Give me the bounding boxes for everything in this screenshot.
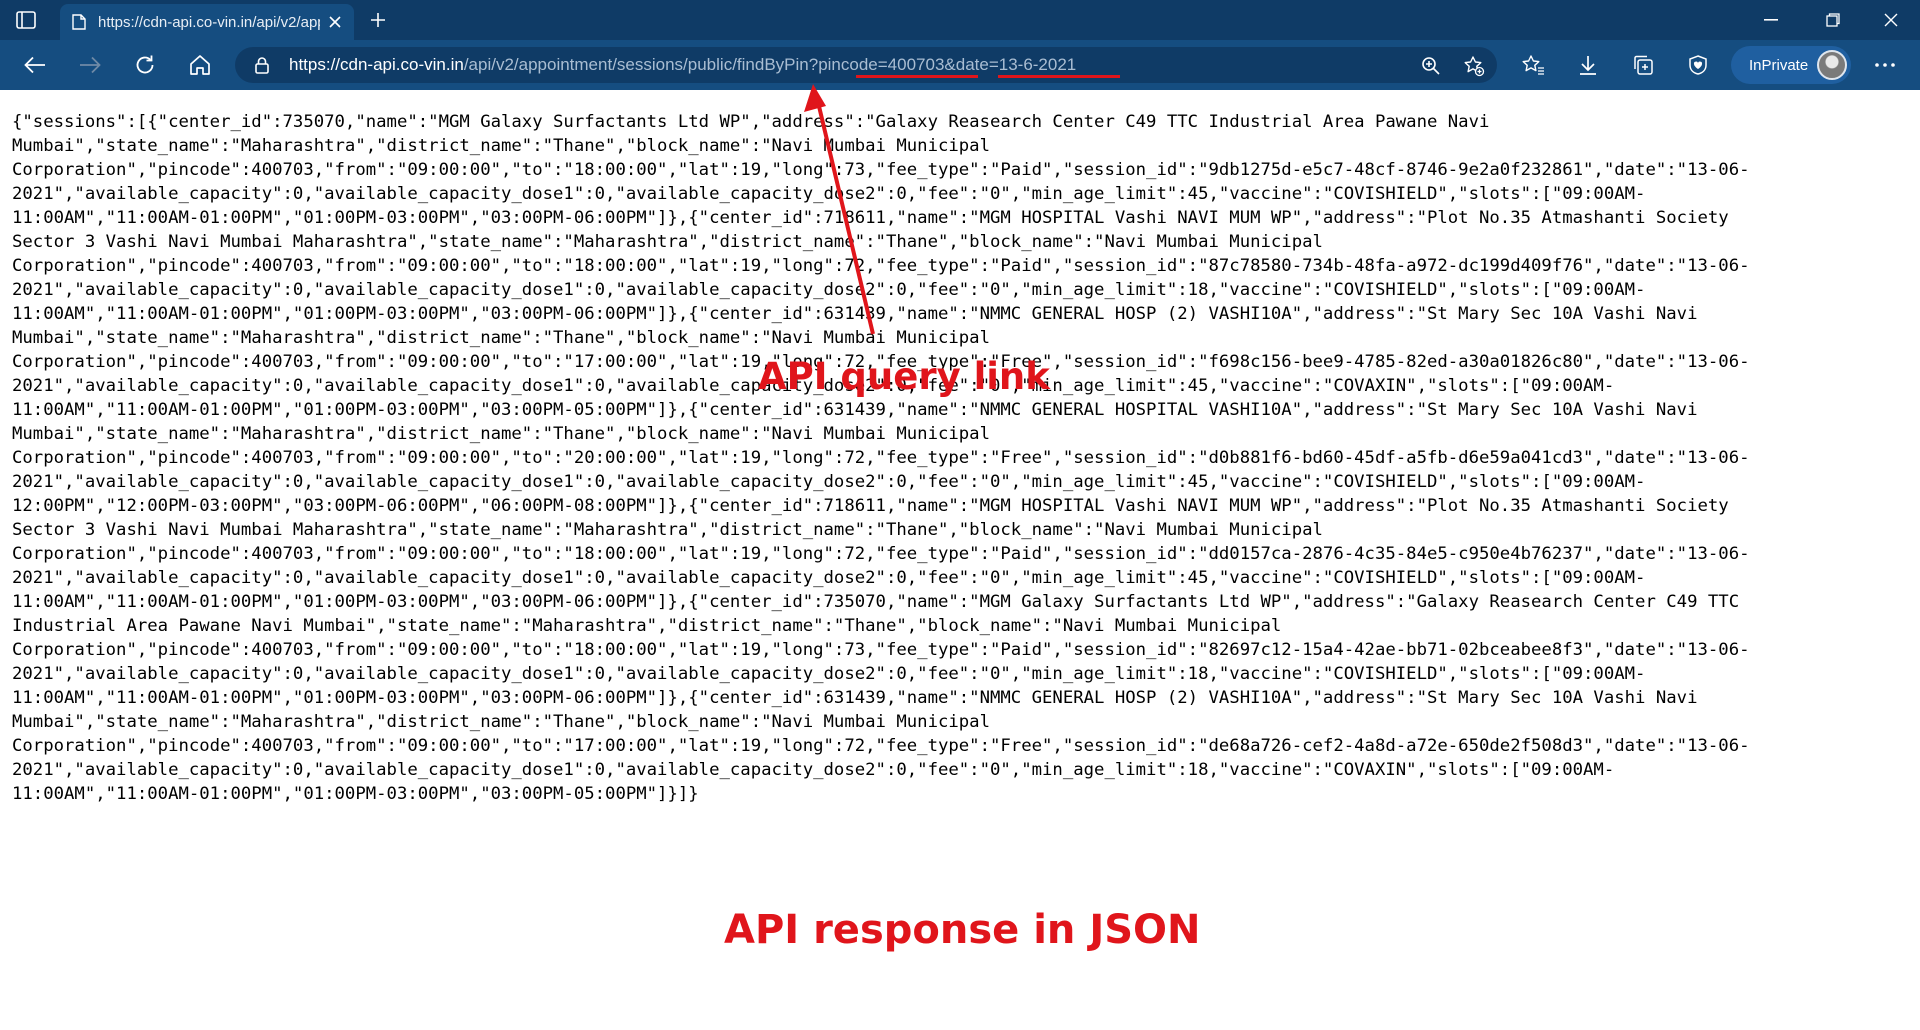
url-text[interactable]: https://cdn-api.co-vin.in/api/v2/appoint… xyxy=(289,55,1076,75)
json-line: 11:00AM","11:00AM-01:00PM","01:00PM-03:0… xyxy=(12,304,1698,324)
json-line: 2021","available_capacity":0,"available_… xyxy=(12,280,1646,300)
json-line: 2021","available_capacity":0,"available_… xyxy=(12,664,1646,684)
navigation-toolbar: https://cdn-api.co-vin.in/api/v2/appoint… xyxy=(0,40,1920,90)
collections-icon[interactable] xyxy=(1630,52,1656,78)
avatar xyxy=(1817,50,1847,80)
json-response: {"sessions":[{"center_id":735070,"name":… xyxy=(12,110,1902,806)
zoom-icon[interactable] xyxy=(1420,55,1442,77)
json-line: Corporation","pincode":400703,"from":"09… xyxy=(12,160,1750,180)
json-line: 12:00PM","12:00PM-03:00PM","03:00PM-06:0… xyxy=(12,496,1729,516)
tab-actions-icon[interactable] xyxy=(14,8,38,32)
json-line: Sector 3 Vashi Navi Mumbai Maharashtra",… xyxy=(12,232,1323,252)
json-line: Mumbai","state_name":"Maharashtra","dist… xyxy=(12,712,990,732)
json-line: Corporation","pincode":400703,"from":"09… xyxy=(12,256,1750,276)
inprivate-label: InPrivate xyxy=(1749,56,1809,74)
json-line: {"sessions":[{"center_id":735070,"name":… xyxy=(12,112,1490,132)
json-line: 2021","available_capacity":0,"available_… xyxy=(12,568,1646,588)
favorites-icon[interactable] xyxy=(1520,52,1546,78)
response-annotation: API response in JSON xyxy=(724,907,1201,953)
date-underline xyxy=(998,75,1120,78)
title-bar: https://cdn-api.co-vin.in/api/v2/appoint… xyxy=(0,0,1920,40)
json-line: Corporation","pincode":400703,"from":"09… xyxy=(12,544,1750,564)
refresh-icon[interactable] xyxy=(132,52,158,78)
back-arrow-icon[interactable] xyxy=(22,52,48,78)
json-line: Mumbai","state_name":"Maharashtra","dist… xyxy=(12,424,990,444)
browser-tab[interactable]: https://cdn-api.co-vin.in/api/v2/appoint… xyxy=(60,4,354,40)
json-line: 11:00AM","11:00AM-01:00PM","01:00PM-03:0… xyxy=(12,400,1698,420)
download-icon[interactable] xyxy=(1575,52,1601,78)
forward-arrow-icon[interactable] xyxy=(77,52,103,78)
json-line: 11:00AM","11:00AM-01:00PM","01:00PM-03:0… xyxy=(12,208,1729,228)
add-favorite-icon[interactable] xyxy=(1463,55,1485,77)
json-line: Sector 3 Vashi Navi Mumbai Maharashtra",… xyxy=(12,520,1323,540)
inprivate-button[interactable]: InPrivate xyxy=(1731,46,1851,84)
json-line: 11:00AM","11:00AM-01:00PM","01:00PM-03:0… xyxy=(12,688,1698,708)
tab-title: https://cdn-api.co-vin.in/api/v2/appoint… xyxy=(98,13,320,31)
shield-heart-icon[interactable] xyxy=(1685,52,1711,78)
json-line: 2021","available_capacity":0,"available_… xyxy=(12,760,1615,780)
json-line: 11:00AM","11:00AM-01:00PM","01:00PM-03:0… xyxy=(12,592,1740,612)
json-line: Corporation","pincode":400703,"from":"09… xyxy=(12,736,1750,756)
json-line: 2021","available_capacity":0,"available_… xyxy=(12,472,1646,492)
json-line: Mumbai","state_name":"Maharashtra","dist… xyxy=(12,328,990,348)
query-annotation: API query link xyxy=(758,355,1050,398)
json-line: Industrial Area Pawane Navi Mumbai","sta… xyxy=(12,616,1282,636)
page-icon xyxy=(72,14,88,30)
window-close-icon[interactable] xyxy=(1868,4,1914,36)
pincode-underline xyxy=(856,75,978,78)
json-line: 2021","available_capacity":0,"available_… xyxy=(12,184,1646,204)
json-line: Corporation","pincode":400703,"from":"09… xyxy=(12,640,1750,660)
url-path: /api/v2/appointment/sessions/public/find… xyxy=(463,55,1077,74)
more-icon[interactable] xyxy=(1872,52,1898,78)
url-host: https://cdn-api.co-vin.in xyxy=(289,55,464,74)
close-icon[interactable] xyxy=(326,13,344,31)
lock-icon[interactable] xyxy=(253,56,271,74)
plus-icon[interactable] xyxy=(367,9,389,31)
minimize-icon[interactable] xyxy=(1748,4,1794,36)
json-line: Corporation","pincode":400703,"from":"09… xyxy=(12,448,1750,468)
restore-icon[interactable] xyxy=(1810,4,1856,36)
page-content: {"sessions":[{"center_id":735070,"name":… xyxy=(0,90,1920,1030)
home-icon[interactable] xyxy=(187,52,213,78)
json-line: 11:00AM","11:00AM-01:00PM","01:00PM-03:0… xyxy=(12,784,699,804)
json-line: Mumbai","state_name":"Maharashtra","dist… xyxy=(12,136,990,156)
